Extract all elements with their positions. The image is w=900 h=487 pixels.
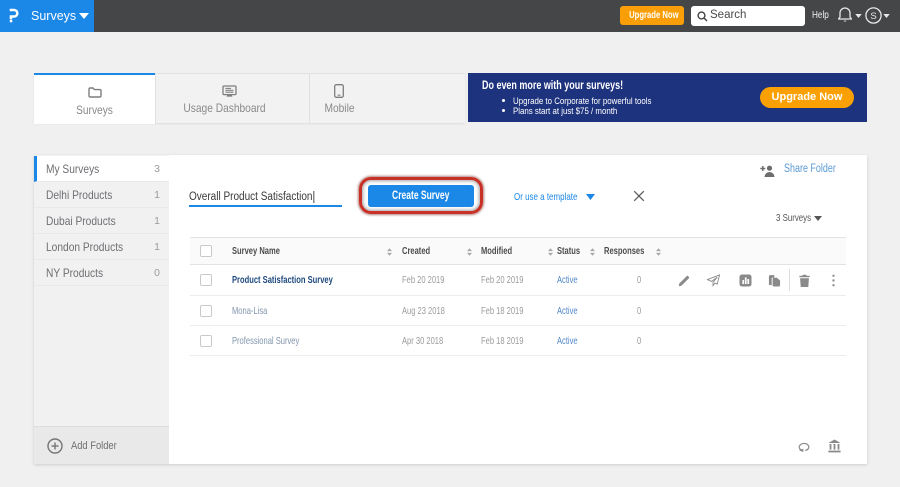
svg-text:S: S — [870, 11, 876, 22]
